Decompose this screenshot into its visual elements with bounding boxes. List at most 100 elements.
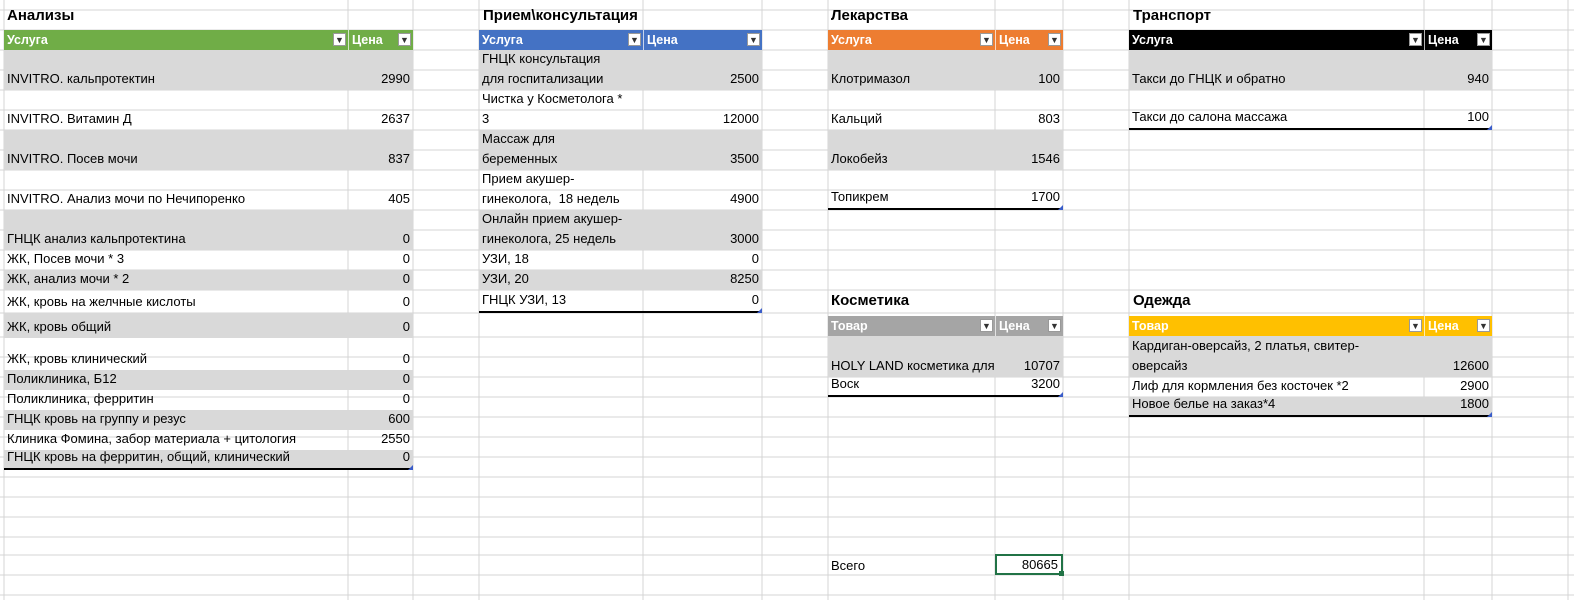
filter-dropdown-icon[interactable]: ▼ <box>747 33 760 46</box>
reception-item-price[interactable]: 0 <box>643 290 762 311</box>
medicine-item-price[interactable]: 803 <box>995 109 1063 130</box>
analyses-item-name[interactable]: INVITRO. Витамин Д <box>4 109 348 130</box>
analyses-item-name[interactable]: ЖК, анализ мочи * 2 <box>4 269 348 290</box>
analyses-item-price[interactable]: 600 <box>348 409 413 430</box>
clothes-item-name[interactable]: Кардиган-оверсайз, 2 платья, свитер- ове… <box>1129 336 1424 377</box>
filter-dropdown-icon[interactable]: ▼ <box>333 33 346 46</box>
table-row[interactable]: ГНЦК УЗИ, 13 0 <box>479 290 762 313</box>
analyses-item-name[interactable]: ГНЦК анализ кальпротектина <box>4 229 348 250</box>
table-row[interactable]: ЖК, кровь общий 0 <box>4 313 413 338</box>
fill-handle[interactable] <box>1059 571 1064 576</box>
table-row[interactable]: ЖК, анализ мочи * 20 <box>4 270 413 290</box>
analyses-item-name[interactable]: Поликлиника, ферритин <box>4 389 348 410</box>
total-cell[interactable]: 80665 <box>995 554 1063 575</box>
reception-item-name[interactable]: ГНЦК УЗИ, 13 <box>479 290 643 311</box>
reception-item-price[interactable]: 2500 <box>643 69 762 90</box>
table-row[interactable]: Онлайн прием акушер- гинеколога, 25 неде… <box>479 210 762 250</box>
analyses-item-price[interactable]: 2990 <box>348 69 413 90</box>
table-row[interactable]: INVITRO. Анализ мочи по Нечипоренко 405 <box>4 170 413 210</box>
table-row[interactable]: ЖК, Посев мочи * 30 <box>4 250 413 270</box>
analyses-item-name[interactable]: INVITRO. Анализ мочи по Нечипоренко <box>4 189 348 210</box>
filter-dropdown-icon[interactable]: ▼ <box>980 33 993 46</box>
filter-dropdown-icon[interactable]: ▼ <box>628 33 641 46</box>
table-row[interactable]: Кальций 803 <box>828 90 1063 130</box>
table-resize-handle[interactable] <box>1487 125 1492 130</box>
analyses-item-name[interactable]: ЖК, Посев мочи * 3 <box>4 249 348 270</box>
table-row[interactable]: Такси до ГНЦК и обратно 940 <box>1129 50 1492 90</box>
table-row[interactable]: Массаж для беременных 3500 <box>479 130 762 170</box>
analyses-item-price[interactable]: 0 <box>348 249 413 270</box>
table-row[interactable]: УЗИ, 18 0 <box>479 250 762 270</box>
filter-dropdown-icon[interactable]: ▼ <box>1477 319 1490 332</box>
reception-item-name[interactable]: Онлайн прием акушер- гинеколога, 25 неде… <box>479 209 643 250</box>
table-resize-handle[interactable] <box>408 465 413 470</box>
table-resize-handle[interactable] <box>1487 412 1492 417</box>
analyses-item-price[interactable]: 0 <box>348 389 413 410</box>
table-row[interactable]: ЖК, кровь на желчные кислоты 0 <box>4 290 413 313</box>
analyses-item-name[interactable]: ЖК, кровь клинический <box>4 349 348 370</box>
analyses-item-name[interactable]: ЖК, кровь на желчные кислоты <box>4 292 348 313</box>
table-row[interactable]: Поликлиника, ферритин 0 <box>4 390 413 410</box>
clothes-item-price[interactable]: 12600 <box>1424 356 1492 377</box>
table-row[interactable]: Прием акушер- гинеколога, 18 недель 4900 <box>479 170 762 210</box>
table-row[interactable]: Такси до салона массажа 100 <box>1129 90 1492 130</box>
filter-dropdown-icon[interactable]: ▼ <box>1477 33 1490 46</box>
filter-dropdown-icon[interactable]: ▼ <box>1048 33 1061 46</box>
analyses-item-name[interactable]: ГНЦК кровь на ферритин, общий, клиническ… <box>4 447 348 468</box>
table-row[interactable]: ГНЦК кровь на ферритин, общий, клиническ… <box>4 447 413 470</box>
table-row[interactable]: Чистка у Косметолога * 3 12000 <box>479 90 762 130</box>
reception-item-name[interactable]: ГНЦК консультация для госпитализации <box>479 49 643 90</box>
analyses-item-name[interactable]: ГНЦК кровь на группу и резус <box>4 409 348 430</box>
cosmetics-item-name[interactable]: Воск <box>828 374 995 395</box>
reception-item-price[interactable]: 12000 <box>643 109 762 130</box>
table-row[interactable]: ГНЦК кровь на группу и резус 600 <box>4 410 413 430</box>
table-row[interactable]: ГНЦК консультация для госпитализации 2500 <box>479 50 762 90</box>
table-row[interactable]: INVITRO. Витамин Д 2637 <box>4 90 413 130</box>
table-row[interactable]: INVITRO. Посев мочи 837 <box>4 130 413 170</box>
analyses-item-price[interactable]: 0 <box>348 317 413 338</box>
analyses-item-name[interactable]: INVITRO. Посев мочи <box>4 149 348 170</box>
table-row[interactable]: ЖК, кровь клинический 0 <box>4 338 413 370</box>
reception-item-name[interactable]: Чистка у Косметолога * 3 <box>479 89 643 130</box>
filter-dropdown-icon[interactable]: ▼ <box>1048 319 1061 332</box>
reception-item-price[interactable]: 3500 <box>643 149 762 170</box>
reception-item-name[interactable]: Прием акушер- гинеколога, 18 недель <box>479 169 643 210</box>
table-row[interactable]: Клотримазол 100 <box>828 50 1063 90</box>
transport-item-price[interactable]: 940 <box>1424 69 1492 90</box>
medicine-item-name[interactable]: Локобейз <box>828 149 995 170</box>
medicine-item-price[interactable]: 1700 <box>995 187 1063 208</box>
table-resize-handle[interactable] <box>1058 392 1063 397</box>
table-row[interactable]: УЗИ, 20 8250 <box>479 270 762 290</box>
reception-item-name[interactable]: УЗИ, 20 <box>479 269 643 290</box>
reception-item-price[interactable]: 0 <box>643 249 762 270</box>
medicine-item-price[interactable]: 100 <box>995 69 1063 90</box>
table-resize-handle[interactable] <box>757 308 762 313</box>
filter-dropdown-icon[interactable]: ▼ <box>1409 33 1422 46</box>
medicine-item-price[interactable]: 1546 <box>995 149 1063 170</box>
table-row[interactable]: HOLY LAND косметика для лица10707 <box>828 336 1063 377</box>
transport-item-name[interactable]: Такси до салона массажа <box>1129 107 1424 128</box>
reception-item-price[interactable]: 8250 <box>643 269 762 290</box>
table-row[interactable]: Воск 3200 <box>828 374 1063 397</box>
reception-item-name[interactable]: УЗИ, 18 <box>479 249 643 270</box>
clothes-item-price[interactable]: 1800 <box>1424 394 1492 415</box>
analyses-item-price[interactable]: 0 <box>348 447 413 468</box>
analyses-item-name[interactable]: INVITRO. кальпротектин <box>4 69 348 90</box>
analyses-item-price[interactable]: 2637 <box>348 109 413 130</box>
table-row[interactable]: Локобейз 1546 <box>828 130 1063 170</box>
medicine-item-name[interactable]: Кальций <box>828 109 995 130</box>
analyses-item-name[interactable]: ЖК, кровь общий <box>4 317 348 338</box>
reception-item-name[interactable]: Массаж для беременных <box>479 129 643 170</box>
analyses-item-name[interactable]: Поликлиника, Б12 <box>4 369 348 390</box>
analyses-item-price[interactable]: 0 <box>348 229 413 250</box>
cosmetics-item-price[interactable]: 3200 <box>995 374 1063 395</box>
transport-item-price[interactable]: 100 <box>1424 107 1492 128</box>
analyses-item-price[interactable]: 0 <box>348 349 413 370</box>
clothes-item-name[interactable]: Новое белье на заказ*4 <box>1129 394 1424 415</box>
transport-item-name[interactable]: Такси до ГНЦК и обратно <box>1129 69 1424 90</box>
table-row[interactable]: Топикрем 1700 <box>828 170 1063 210</box>
analyses-item-price[interactable]: 0 <box>348 369 413 390</box>
reception-item-price[interactable]: 4900 <box>643 189 762 210</box>
table-row[interactable]: Новое белье на заказ*4 1800 <box>1129 394 1492 417</box>
analyses-item-price[interactable]: 405 <box>348 189 413 210</box>
